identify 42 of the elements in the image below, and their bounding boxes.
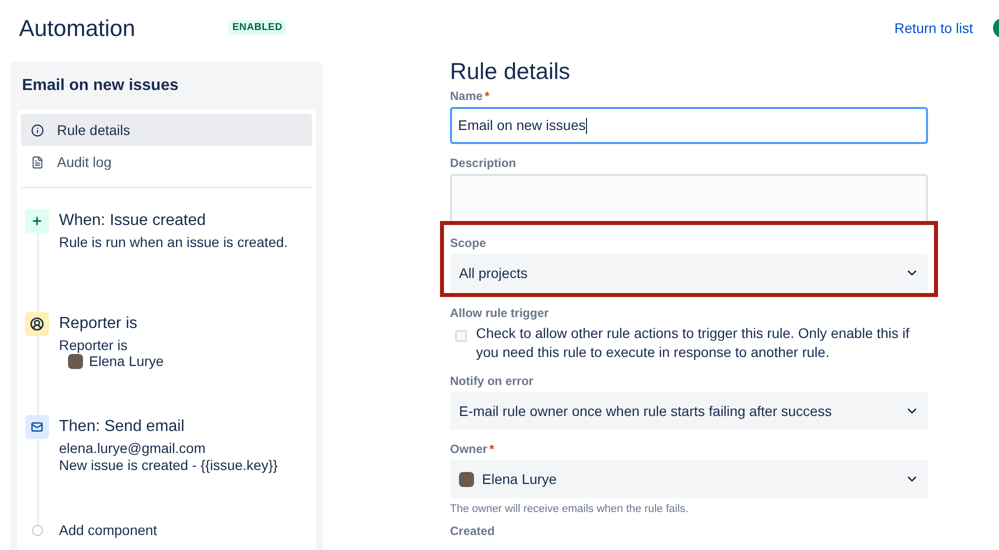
document-icon [31,156,44,168]
required-mark: * [489,442,494,456]
description-field[interactable] [450,174,928,221]
checkbox[interactable] [455,330,467,342]
select-value: E-mail rule owner once when rule starts failing after success [459,402,833,421]
info-icon [31,124,44,136]
field-label: Description [450,156,516,170]
field-label: Created [450,524,495,538]
plus-icon [25,209,49,233]
component-title[interactable]: Add component [59,518,158,542]
field-label: Name [450,89,483,103]
mail-icon [25,415,49,439]
field-label: Owner [450,442,488,456]
required-mark: * [484,89,490,103]
field-label: Scope [450,236,486,250]
select-field[interactable]: E-mail rule owner once when rule starts failing after success [450,392,928,430]
avatar-icon [68,354,83,368]
field-label: Allow rule trigger [450,306,549,320]
field-label: Notify on error [450,374,534,388]
help-text: The owner will receive emails when the rule fails. [450,502,690,516]
return-link[interactable]: Return to list [894,18,973,38]
status-badge: ENABLED [228,20,286,34]
checkbox-label: Check to allow other rule actions to trigger this rule. Only enable this if you need this rule to execute in response to another rule. [476,324,910,362]
component-detail: Rule is run when an issue is created. [59,234,288,250]
component-detail: New issue is created - {{issue.key}} [59,457,278,473]
page-title: Automation [19,14,136,43]
rule-name: Email on new issues [21,76,180,96]
user-name: Elena Lurye [89,353,164,369]
component-title[interactable]: Then: Send email [59,415,278,439]
select-field[interactable]: All projects [450,254,928,292]
name-field[interactable]: Email on new issues [450,107,928,144]
nav-item[interactable]: Rule details [21,114,312,146]
component-title[interactable]: Reporter is [59,312,164,336]
user-icon [25,312,49,336]
form-heading: Rule details [450,57,572,86]
avatar-icon [459,472,474,486]
component-detail: Reporter is [59,337,128,353]
select-value: All projects [459,264,528,283]
component-title[interactable]: When: Issue created [59,209,288,233]
select-value: Elena Lurye [482,470,558,489]
select-field[interactable]: Elena Lurye [450,460,928,498]
component-detail: elena.lurye@gmail.com [59,440,206,456]
